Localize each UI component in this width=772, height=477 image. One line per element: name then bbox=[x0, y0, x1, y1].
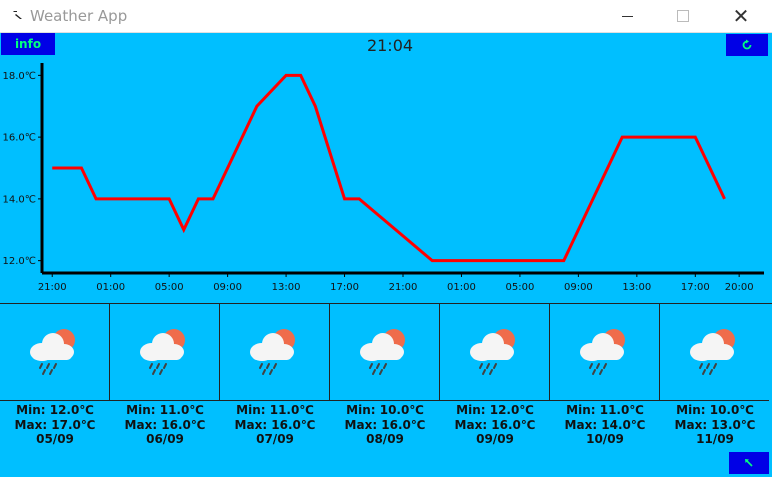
max-temp: Max: 16.0℃ bbox=[124, 417, 206, 432]
forecast-day: Min: 12.0℃ Max: 16.0℃ 09/09 bbox=[440, 304, 550, 477]
forecast-icon-tile bbox=[0, 304, 110, 401]
close-icon: ✕ bbox=[732, 4, 750, 28]
maximize-icon bbox=[677, 10, 689, 22]
arrow-up-left-icon bbox=[745, 459, 753, 467]
forecast-icon-tile bbox=[330, 304, 440, 401]
rain-cloud-sun-icon bbox=[574, 326, 634, 383]
forecast-text: Min: 11.0℃ Max: 16.0℃ 06/09 bbox=[110, 403, 220, 447]
min-temp: Min: 10.0℃ bbox=[676, 403, 754, 417]
forecast-day: Min: 11.0℃ Max: 16.0℃ 06/09 bbox=[110, 304, 220, 477]
forecast-date: 11/09 bbox=[696, 432, 734, 446]
max-temp: Max: 13.0℃ bbox=[674, 417, 756, 432]
forecast-day: Min: 11.0℃ Max: 14.0℃ 10/09 bbox=[550, 304, 660, 477]
forecast-icon-tile bbox=[550, 304, 660, 401]
forecast-text: Min: 10.0℃ Max: 16.0℃ 08/09 bbox=[330, 403, 440, 447]
x-tick-label: 09:00 bbox=[564, 282, 593, 293]
forecast-text: Min: 11.0℃ Max: 16.0℃ 07/09 bbox=[220, 403, 330, 447]
rain-cloud-sun-icon bbox=[464, 326, 524, 383]
x-tick-label: 20:00 bbox=[725, 282, 754, 293]
forecast-date: 10/09 bbox=[586, 432, 624, 446]
forecast-day: Min: 12.0℃ Max: 17.0℃ 05/09 bbox=[0, 304, 110, 477]
x-tick-label: 05:00 bbox=[506, 282, 535, 293]
expand-button[interactable] bbox=[729, 452, 769, 474]
forecast-text: Min: 12.0℃ Max: 17.0℃ 05/09 bbox=[0, 403, 110, 447]
forecast-day: Min: 10.0℃ Max: 16.0℃ 08/09 bbox=[330, 304, 440, 477]
forecast-day: Min: 11.0℃ Max: 16.0℃ 07/09 bbox=[220, 304, 330, 477]
x-tick-label: 13:00 bbox=[622, 282, 651, 293]
app-icon bbox=[13, 11, 22, 19]
temperature-chart: 12.0℃ 14.0℃ 16.0℃ 18.0℃ 21:00 01:00 05:00 09:00… bbox=[3, 63, 764, 293]
y-tick-label: 12.0℃ bbox=[3, 256, 37, 267]
max-temp: Max: 16.0℃ bbox=[234, 417, 316, 432]
max-temp: Max: 16.0℃ bbox=[344, 417, 426, 432]
refresh-button[interactable] bbox=[726, 34, 768, 56]
rain-cloud-sun-icon bbox=[134, 326, 194, 383]
close-button[interactable]: ✕ bbox=[718, 0, 764, 32]
x-tick-label: 13:00 bbox=[272, 282, 301, 293]
forecast-date: 09/09 bbox=[476, 432, 514, 446]
y-tick-label: 16.0℃ bbox=[3, 133, 37, 144]
y-tick-label: 14.0℃ bbox=[3, 194, 37, 205]
clock-display: 21:04 bbox=[366, 36, 414, 55]
forecast-date: 07/09 bbox=[256, 432, 294, 446]
min-temp: Min: 12.0℃ bbox=[16, 403, 94, 417]
window-title: Weather App bbox=[30, 7, 128, 25]
maximize-button[interactable] bbox=[660, 0, 706, 32]
max-temp: Max: 17.0℃ bbox=[14, 417, 96, 432]
forecast-strip: Min: 12.0℃ Max: 17.0℃ 05/09 Min: 11.0℃ Max: … bbox=[0, 304, 772, 477]
forecast-icon-tile bbox=[110, 304, 220, 401]
forecast-icon-tile bbox=[660, 304, 769, 401]
forecast-icon-tile bbox=[440, 304, 550, 401]
minimize-button[interactable] bbox=[604, 0, 650, 32]
minimize-icon bbox=[621, 15, 633, 17]
weather-app-window: Weather App ✕ info 21:04 12.0℃ 14.0℃ 16.0℃… bbox=[0, 0, 772, 477]
info-button[interactable]: info bbox=[1, 33, 55, 55]
forecast-icon-tile bbox=[220, 304, 330, 401]
rain-cloud-sun-icon bbox=[684, 326, 744, 383]
temperature-line bbox=[52, 73, 726, 263]
forecast-text: Min: 11.0℃ Max: 14.0℃ 10/09 bbox=[550, 403, 660, 447]
min-temp: Min: 11.0℃ bbox=[126, 403, 204, 417]
min-temp: Min: 11.0℃ bbox=[566, 403, 644, 417]
x-tick-label: 01:00 bbox=[96, 282, 125, 293]
x-tick-label: 21:00 bbox=[389, 282, 418, 293]
min-temp: Min: 10.0℃ bbox=[346, 403, 424, 417]
x-tick-label: 05:00 bbox=[155, 282, 184, 293]
forecast-text: Min: 10.0℃ Max: 13.0℃ 11/09 bbox=[660, 403, 770, 447]
forecast-date: 05/09 bbox=[36, 432, 74, 446]
min-temp: Min: 12.0℃ bbox=[456, 403, 534, 417]
x-tick-label: 01:00 bbox=[447, 282, 476, 293]
x-tick-label: 21:00 bbox=[38, 282, 67, 293]
forecast-date: 08/09 bbox=[366, 432, 404, 446]
max-temp: Max: 14.0℃ bbox=[564, 417, 646, 432]
rain-cloud-sun-icon bbox=[24, 326, 84, 383]
max-temp: Max: 16.0℃ bbox=[454, 417, 536, 432]
rain-cloud-sun-icon bbox=[354, 326, 414, 383]
title-bar: Weather App ✕ bbox=[0, 0, 772, 33]
x-tick-label: 17:00 bbox=[681, 282, 710, 293]
refresh-icon bbox=[742, 39, 752, 50]
forecast-text: Min: 12.0℃ Max: 16.0℃ 09/09 bbox=[440, 403, 550, 447]
y-tick-label: 18.0℃ bbox=[3, 71, 37, 82]
forecast-date: 06/09 bbox=[146, 432, 184, 446]
rain-cloud-sun-icon bbox=[244, 326, 304, 383]
x-tick-label: 17:00 bbox=[330, 282, 359, 293]
min-temp: Min: 11.0℃ bbox=[236, 403, 314, 417]
x-tick-label: 09:00 bbox=[213, 282, 242, 293]
